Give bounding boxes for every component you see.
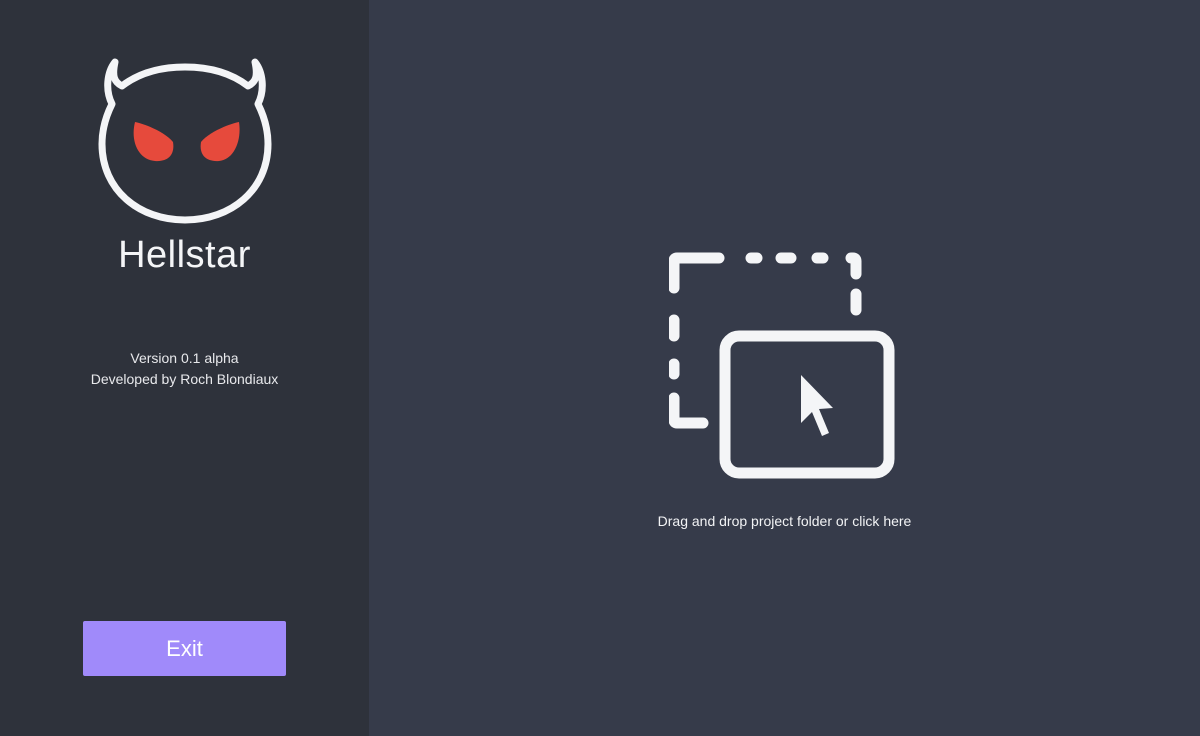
exit-button[interactable]: Exit [83,621,286,676]
app-title: Hellstar [118,234,251,276]
project-dropzone[interactable]: Drag and drop project folder or click he… [369,0,1200,736]
drag-drop-folder-icon [669,252,895,479]
version-text: Version 0.1 alpha [130,350,239,366]
app-info: Version 0.1 alpha Developed by Roch Blon… [0,348,369,390]
sidebar: Hellstar Version 0.1 alpha Developed by … [0,0,369,736]
developer-text: Developed by Roch Blondiaux [90,371,279,387]
dropzone-text: Drag and drop project folder or click he… [657,513,912,529]
app-window: Hellstar Version 0.1 alpha Developed by … [0,0,1200,736]
devil-face-icon [98,58,272,224]
